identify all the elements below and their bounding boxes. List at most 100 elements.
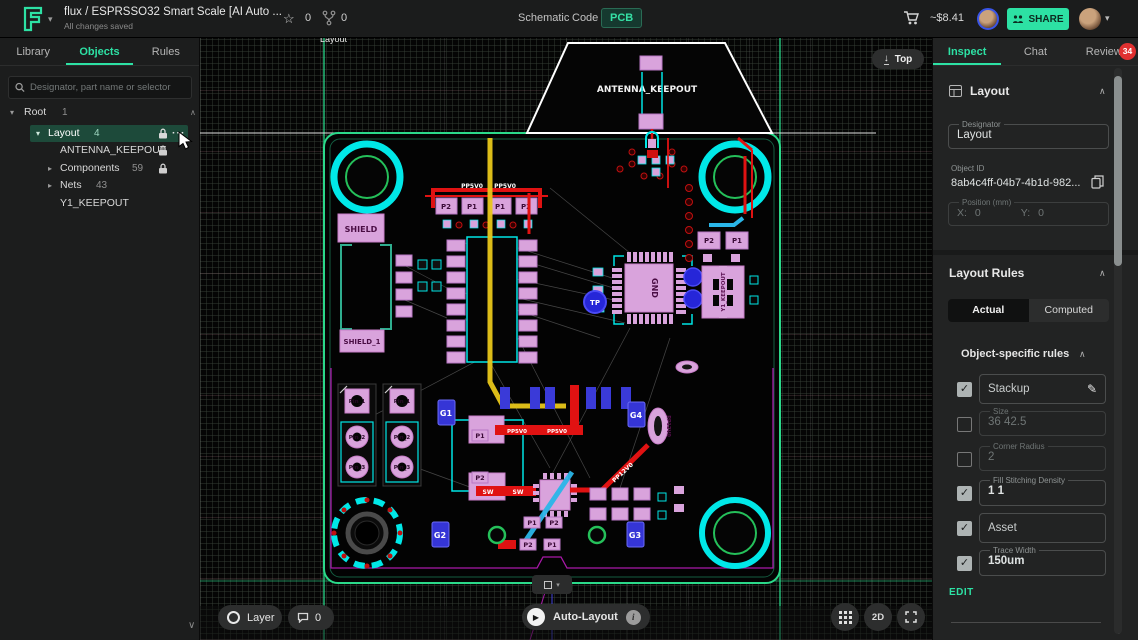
grid-icon [839, 611, 852, 624]
account-caret-icon[interactable]: ▾ [1105, 13, 1110, 24]
asset-checkbox[interactable]: ✓ [957, 521, 972, 536]
layer-view-button[interactable]: ↓ Top [872, 49, 924, 69]
position-x-label: X: [957, 207, 967, 219]
fill-stitching-label: Fill Stitching Density [990, 476, 1068, 485]
stackup-checkbox[interactable]: ✓ [957, 382, 972, 397]
pin1-label: Pin_1 [394, 399, 411, 405]
share-button[interactable]: SHARE [1007, 8, 1069, 30]
antenna-keepout-zone[interactable]: ANTENNA_KEEPOUT [527, 43, 772, 148]
tree-item-components[interactable]: ▸ Components 59 [0, 160, 200, 178]
pin3-label: Pin_3 [349, 465, 366, 471]
fill-stitching-checkbox[interactable]: ✓ [957, 486, 972, 501]
lock-icon[interactable] [158, 163, 168, 174]
object-tree: ▾ Root 1 ∧ ▾ Layout 4 ··· ANTENNA_KEEPOU… [0, 104, 200, 212]
tab-objects[interactable]: Objects [66, 38, 132, 65]
panel-scrollbar[interactable] [1114, 68, 1122, 634]
test-point[interactable]: TP [584, 291, 606, 313]
cart-price[interactable]: ~$8.41 [930, 12, 964, 24]
layout-rules-collapse-icon[interactable]: ∧ [1099, 268, 1106, 279]
star-icon[interactable]: ☆ [283, 11, 295, 27]
logo-caret-icon[interactable]: ▾ [48, 14, 53, 25]
layer-view-label: Top [895, 54, 913, 65]
pin-header-1[interactable]: Pin_1 Pin_2 Pin_3 [338, 384, 376, 486]
corner-radius-checkbox[interactable] [957, 452, 972, 467]
layer-button[interactable]: Layer [218, 605, 282, 630]
size-checkbox[interactable] [957, 417, 972, 432]
comment-count: 0 [315, 612, 321, 624]
position-field[interactable]: Position (mm) X: 0 Y: 0 [948, 198, 1109, 226]
trace-width-rule[interactable]: Trace Width 150um [979, 546, 1106, 576]
tree-label: Y1_KEEPOUT [60, 195, 129, 213]
corner-radius-rule[interactable]: Corner Radius 2 [979, 442, 1106, 471]
info-badge[interactable]: i [626, 610, 641, 625]
mode-actual[interactable]: Actual [948, 299, 1029, 322]
p1-label: P1 [547, 541, 557, 549]
comments-button[interactable]: 0 [288, 605, 334, 630]
pcb-canvas[interactable]: Layout ANTENNA_KEEPOUT [200, 38, 932, 640]
tab-review[interactable]: Review 34 [1070, 38, 1138, 65]
p2-label: P2 [523, 541, 532, 549]
asset-rule[interactable]: Asset [979, 513, 1106, 543]
position-y-value[interactable]: 0 [1038, 207, 1044, 219]
stackup-label: Stackup [988, 383, 1030, 395]
pin-header-2[interactable]: Pin_1 Pin_2 Pin_3 [383, 384, 421, 486]
mode-computed[interactable]: Computed [1029, 299, 1110, 322]
edit-rules-link[interactable]: EDIT [949, 587, 974, 598]
position-x-value[interactable]: 0 [975, 207, 981, 219]
fullscreen-button[interactable] [897, 603, 925, 631]
comment-icon [297, 612, 309, 623]
grid-toggle-button[interactable] [831, 603, 859, 631]
collaborator-avatar[interactable] [977, 8, 999, 30]
tab-schematic[interactable]: Schematic [518, 12, 569, 24]
size-rule[interactable]: Size 36 42.5 [979, 407, 1106, 436]
copy-icon[interactable] [1091, 175, 1104, 189]
mode-2d-button[interactable]: 2D [864, 603, 892, 631]
p2-label: P2 [475, 474, 484, 482]
g4-label: G4 [630, 411, 643, 420]
tp-label: TP [590, 299, 600, 307]
tab-chat[interactable]: Chat [1001, 38, 1069, 65]
tree-item-root[interactable]: ▾ Root 1 ∧ [0, 104, 200, 122]
tree-label: Root [24, 104, 46, 122]
stackup-rule[interactable]: Stackup ✎ [979, 374, 1106, 404]
user-avatar[interactable] [1079, 8, 1101, 30]
layout-section-header[interactable]: Layout [949, 84, 1009, 98]
tab-pcb[interactable]: PCB [601, 8, 642, 28]
p1-label: P1 [527, 519, 537, 527]
project-title[interactable]: flux / ESPRSSO32 Smart Scale [AI Auto ..… [64, 6, 282, 18]
lock-icon[interactable] [158, 145, 168, 156]
nets-caret-icon[interactable]: ▸ [48, 177, 52, 195]
tree-item-antenna-keepout[interactable]: ANTENNA_KEEPOUT [0, 142, 200, 160]
layout-rules-header[interactable]: Layout Rules [949, 266, 1024, 280]
pencil-icon[interactable]: ✎ [1087, 382, 1097, 396]
g2-label: G2 [434, 531, 446, 540]
layout-caret-icon[interactable]: ▾ [36, 125, 40, 143]
object-specific-collapse-icon[interactable]: ∧ [1079, 349, 1086, 360]
layout-collapse-icon[interactable]: ∧ [1099, 86, 1106, 97]
panel-scroll-down-icon[interactable]: ∨ [188, 620, 195, 631]
trace-width-checkbox[interactable]: ✓ [957, 556, 972, 571]
tab-rules[interactable]: Rules [133, 38, 199, 65]
panel-scrollbar-thumb[interactable] [1114, 76, 1122, 266]
root-caret-icon[interactable]: ▾ [10, 104, 14, 122]
board-options-widget[interactable]: ▾ [532, 575, 572, 594]
antenna-keepout-label: ANTENNA_KEEPOUT [597, 85, 698, 95]
tree-collapse-icon[interactable]: ∧ [190, 104, 196, 122]
designator-label: Designator [959, 120, 1004, 129]
tab-inspect[interactable]: Inspect [933, 38, 1001, 65]
object-search[interactable] [8, 76, 192, 99]
tree-item-nets[interactable]: ▸ Nets 43 [0, 177, 200, 195]
tree-item-y1-keepout[interactable]: Y1_KEEPOUT [0, 195, 200, 213]
tab-library[interactable]: Library [0, 38, 66, 65]
components-caret-icon[interactable]: ▸ [48, 160, 52, 178]
tree-item-layout[interactable]: ▾ Layout 4 ··· [0, 125, 200, 143]
lock-icon[interactable] [158, 128, 168, 139]
designator-field[interactable]: Designator Layout [948, 120, 1109, 149]
flux-logo-icon[interactable] [20, 5, 46, 33]
tab-code[interactable]: Code [572, 12, 598, 24]
search-input[interactable] [30, 82, 185, 93]
cart-icon[interactable] [903, 10, 920, 26]
fill-stitching-rule[interactable]: Fill Stitching Density 1 1 [979, 476, 1106, 506]
auto-layout-button[interactable]: ▶ Auto-Layout i [522, 604, 650, 630]
fork-icon[interactable] [322, 10, 336, 26]
